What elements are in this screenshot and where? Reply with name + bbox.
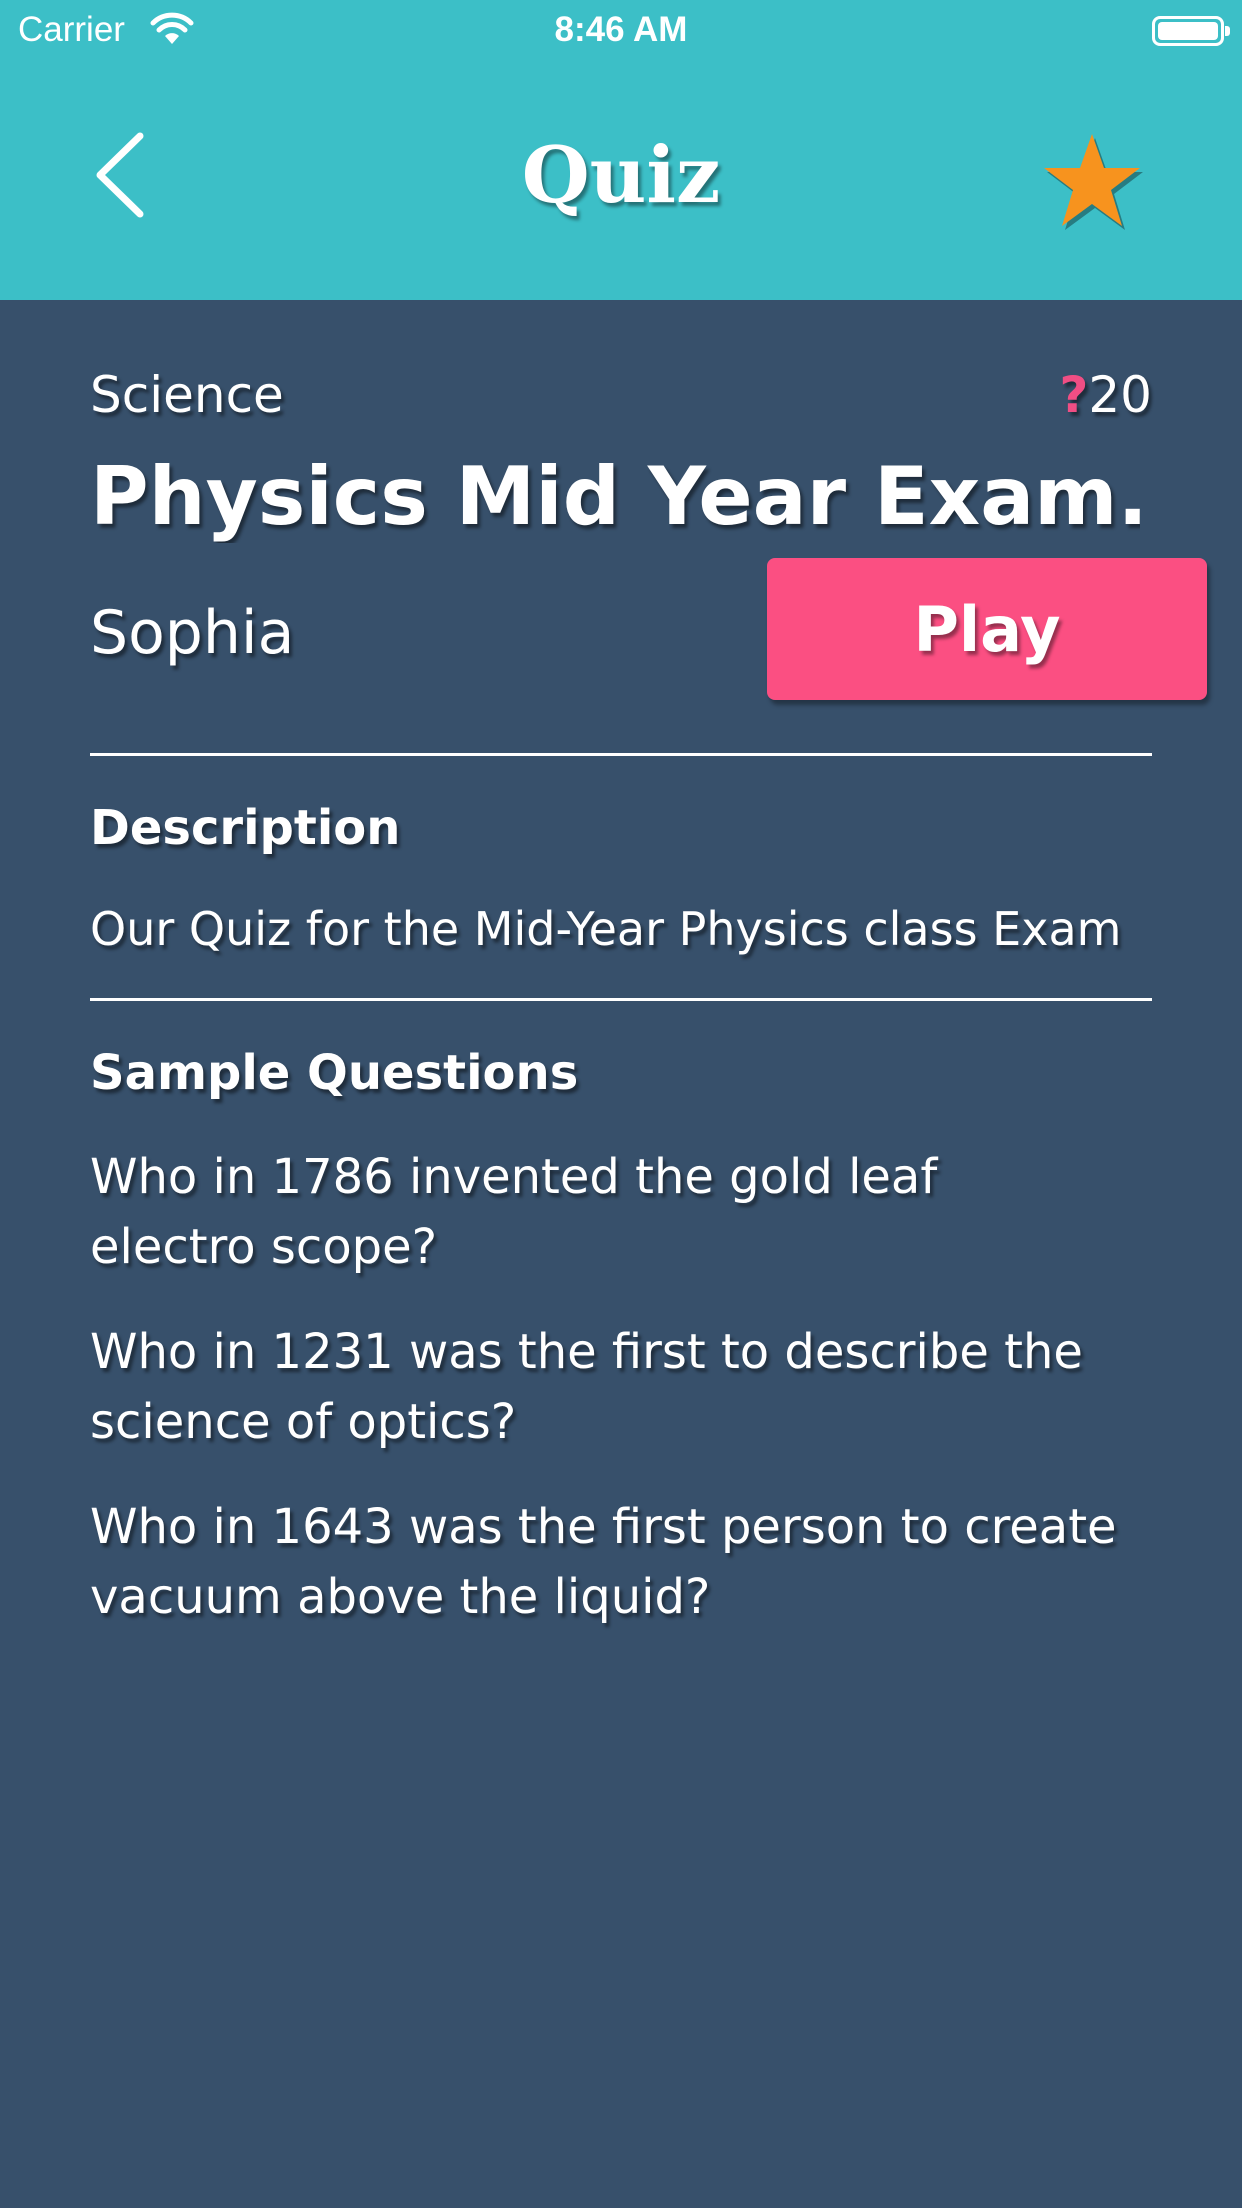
divider [90, 753, 1152, 756]
sample-questions-heading: Sample Questions [90, 1045, 579, 1101]
star-icon [1044, 134, 1143, 230]
description-heading: Description [90, 800, 401, 856]
description-text: Our Quiz for the Mid-Year Physics class … [90, 902, 1122, 956]
quiz-author: Sophia [90, 598, 295, 668]
status-bar: Carrier 8:46 AM [0, 0, 1242, 62]
play-button[interactable]: Play [767, 558, 1207, 700]
quiz-title: Physics Mid Year Exam... [90, 450, 1140, 543]
sample-questions-list: Who in 1786 invented the gold leaf elect… [90, 1142, 1152, 1667]
question-count: ?20 [1059, 366, 1152, 424]
battery-icon [1152, 16, 1230, 46]
favorite-button[interactable] [1040, 130, 1144, 230]
sample-question: Who in 1786 invented the gold leaf elect… [90, 1149, 938, 1275]
question-mark-icon: ? [1059, 366, 1089, 424]
divider [90, 998, 1152, 1001]
question-count-value: 20 [1088, 366, 1152, 424]
sample-question: Who in 1643 was the first person to crea… [90, 1499, 1117, 1625]
status-time: 8:46 AM [554, 10, 688, 49]
sample-question: Who in 1231 was the first to describe th… [90, 1324, 1083, 1450]
header: Carrier 8:46 AM Quiz [0, 0, 1242, 300]
quiz-category: Science [90, 366, 284, 424]
